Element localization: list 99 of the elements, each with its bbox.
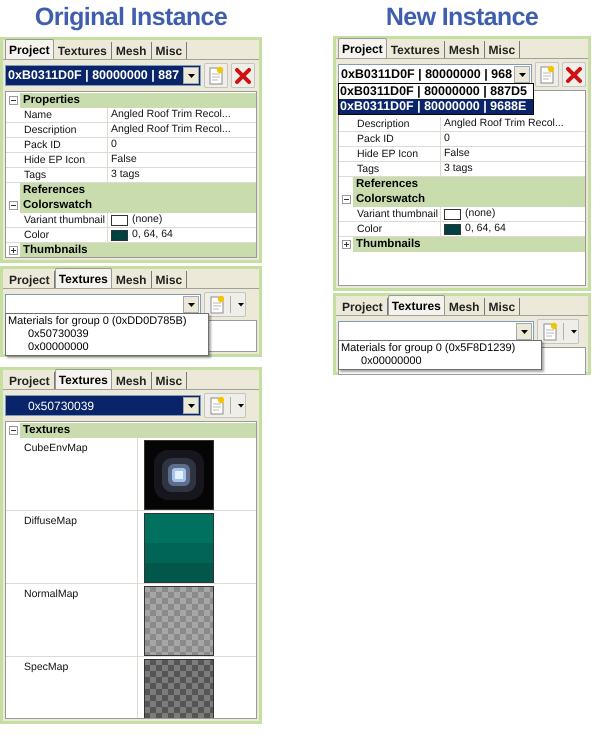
property-value: Angled Roof Trim Recol... (111, 123, 231, 137)
document-icon (208, 396, 226, 416)
property-label: Variant thumbnail (20, 213, 108, 227)
expand-toggle[interactable] (342, 240, 350, 249)
property-value: 0 (444, 132, 450, 146)
property-value: (none) (132, 213, 162, 227)
property-label: Pack ID (20, 138, 108, 152)
close-icon (234, 66, 252, 84)
dropdown-button[interactable] (516, 323, 532, 340)
new-menu-button[interactable] (204, 292, 246, 317)
caret-icon (186, 302, 196, 308)
property-label: CubeEnvMap (20, 438, 138, 510)
dropdown-button[interactable] (183, 67, 199, 84)
property-value: Angled Roof Trim Recol... (444, 117, 564, 131)
dropdown-option[interactable]: Materials for group 0 (0xDD0D785B) (6, 315, 208, 328)
new-button[interactable] (535, 62, 560, 87)
property-label: Name (20, 108, 108, 122)
delete-button[interactable] (562, 62, 586, 87)
tab[interactable]: Textures (386, 41, 445, 58)
category-header: Thumbnails (353, 237, 585, 252)
tab[interactable]: Project (5, 39, 54, 59)
tab[interactable]: Textures (54, 268, 112, 288)
new-menu-button[interactable] (204, 393, 246, 418)
tab[interactable]: Mesh (112, 271, 152, 288)
section-heading: Original Instance (34, 2, 228, 34)
combo-box[interactable]: 0xB0311D0F | 80000000 | 887 (5, 65, 201, 86)
property-label: Description (353, 117, 441, 131)
collapse-toggle[interactable] (8, 96, 18, 105)
tab[interactable]: Misc (484, 41, 520, 58)
dropdown-option[interactable]: 0x00000000 (6, 341, 208, 354)
tab[interactable]: Textures (388, 295, 445, 315)
tab[interactable]: Misc (152, 42, 188, 59)
property-value: 0, 64, 64 (465, 222, 506, 236)
caret-icon (186, 402, 196, 408)
property-value: False (444, 147, 470, 161)
document-icon (207, 66, 225, 86)
dropdown-button[interactable] (183, 296, 199, 313)
category-header: Colorswatch (20, 198, 256, 213)
property-label: Color (353, 222, 441, 236)
combo-box[interactable]: 0xB0311D0F | 80000000 | 968 (338, 64, 532, 85)
section-heading: New Instance (384, 2, 540, 34)
tab[interactable]: Mesh (112, 42, 152, 59)
collapse-toggle[interactable] (342, 195, 350, 204)
dropdown-button[interactable] (514, 66, 530, 83)
dropdown-option[interactable]: 0xB0311D0F | 80000000 | 9688E (339, 99, 533, 114)
caret-icon (520, 328, 528, 334)
combo-box[interactable] (5, 294, 201, 315)
property-value: Angled Roof Trim Recol... (111, 108, 231, 122)
tab[interactable]: Mesh (444, 41, 485, 58)
category-header: Thumbnails (20, 243, 256, 257)
property-label: Hide EP Icon (20, 153, 108, 167)
property-value: (none) (465, 207, 496, 221)
category-header: Properties (20, 93, 256, 108)
dropdown-button[interactable] (183, 397, 199, 414)
property-label: Description (20, 123, 108, 137)
new-button[interactable] (204, 63, 228, 88)
collapse-toggle[interactable] (8, 201, 18, 210)
category-header: References (20, 183, 256, 198)
property-label: NormalMap (20, 584, 138, 656)
dropdown-option[interactable]: Materials for group 0 (0x5F8D1239) (339, 342, 541, 355)
delete-button[interactable] (231, 63, 255, 88)
collapse-toggle[interactable] (8, 426, 18, 435)
tab[interactable]: Misc (152, 372, 188, 389)
property-label: Tags (353, 162, 441, 176)
dropdown-option[interactable]: 0x50730039 (6, 328, 208, 341)
property-value: 3 tags (444, 162, 473, 176)
tab[interactable]: Project (338, 38, 387, 58)
tab[interactable]: Misc (484, 298, 520, 315)
close-icon (565, 66, 584, 84)
property-value: False (111, 153, 137, 167)
combo-box[interactable]: 0x50730039 (5, 395, 201, 416)
property-label: DiffuseMap (20, 511, 138, 583)
category-header: References (353, 177, 585, 192)
property-label: Tags (20, 168, 108, 182)
document-icon (538, 64, 556, 84)
property-value: 0 (111, 138, 117, 152)
tab[interactable]: Textures (54, 369, 112, 389)
caret-icon (238, 302, 245, 306)
property-value: 3 tags (111, 168, 140, 182)
caret-icon (518, 72, 527, 78)
expand-toggle[interactable] (8, 246, 18, 255)
tab[interactable]: Textures (54, 42, 112, 59)
property-label: Color (20, 228, 108, 242)
caret-icon (186, 72, 196, 78)
combo-box[interactable] (338, 321, 534, 342)
caret-icon (238, 404, 245, 408)
property-label: Hide EP Icon (353, 147, 441, 161)
caret-icon (571, 330, 578, 334)
new-menu-button[interactable] (537, 319, 579, 344)
property-label: Pack ID (353, 132, 441, 146)
tab[interactable]: Misc (152, 271, 188, 288)
property-label: Variant thumbnail (353, 207, 441, 221)
category-header: Colorswatch (353, 192, 585, 207)
tab[interactable]: Mesh (112, 372, 152, 389)
dropdown-option[interactable]: 0x00000000 (339, 355, 541, 368)
category-header: Textures (20, 423, 256, 438)
property-label: SpecMap (20, 657, 138, 718)
property-value: 0, 64, 64 (132, 228, 173, 242)
tab[interactable]: Mesh (444, 298, 485, 315)
